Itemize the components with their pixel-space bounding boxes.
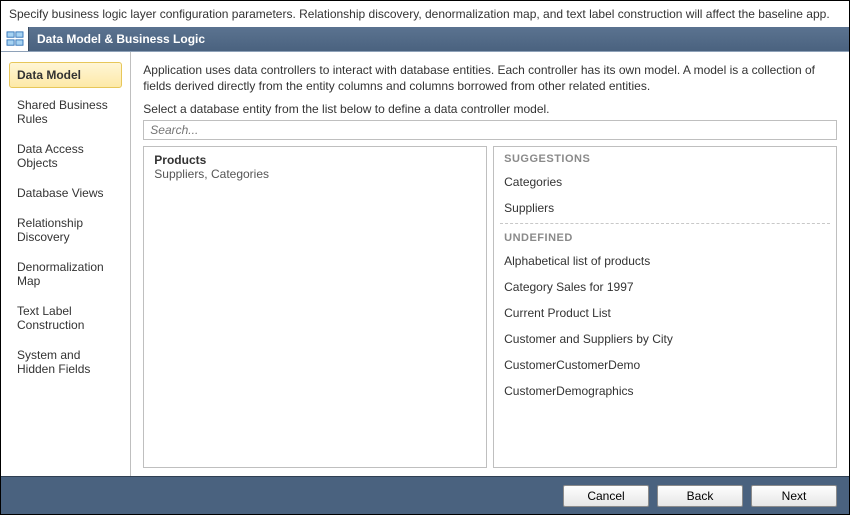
separator	[500, 223, 830, 224]
suggestions-header: SUGGESTIONS	[494, 147, 836, 169]
page-description: Specify business logic layer configurati…	[1, 1, 849, 27]
back-button[interactable]: Back	[657, 485, 743, 507]
intro-text: Application uses data controllers to int…	[143, 62, 837, 94]
entity-suggestion-panel[interactable]: SUGGESTIONS Categories Suppliers UNDEFIN…	[493, 146, 837, 468]
content-body: Data Model Shared Business Rules Data Ac…	[1, 51, 849, 476]
undefined-label: Current Product List	[504, 306, 611, 320]
undefined-item[interactable]: CustomerCustomerDemo	[494, 352, 836, 378]
section-title-bar: Data Model & Business Logic	[1, 27, 849, 51]
sidebar-item-denormalization-map[interactable]: Denormalization Map	[9, 254, 122, 294]
selected-entity-panel[interactable]: Products Suppliers, Categories	[143, 146, 487, 468]
suggestion-label: Suppliers	[504, 201, 554, 215]
sidebar-item-database-views[interactable]: Database Views	[9, 180, 122, 206]
main-panel: Application uses data controllers to int…	[131, 52, 849, 476]
next-button[interactable]: Next	[751, 485, 837, 507]
undefined-header: UNDEFINED	[494, 226, 836, 248]
sidebar-item-label: Data Access Objects	[17, 142, 84, 170]
sidebar-item-data-model[interactable]: Data Model	[9, 62, 122, 88]
suggestion-label: Categories	[504, 175, 562, 189]
sidebar-item-text-label-construction[interactable]: Text Label Construction	[9, 298, 122, 338]
sidebar-item-label: Relationship Discovery	[17, 216, 83, 244]
undefined-item[interactable]: Current Product List	[494, 300, 836, 326]
search-input[interactable]	[143, 120, 837, 140]
selected-entity-name: Products	[154, 153, 476, 167]
undefined-label: Category Sales for 1997	[504, 280, 633, 294]
data-model-icon	[1, 27, 29, 51]
footer-bar: Cancel Back Next	[1, 476, 849, 514]
selected-entity-related: Suppliers, Categories	[154, 167, 476, 181]
suggestion-item[interactable]: Categories	[494, 169, 836, 195]
sidebar-item-label: System and Hidden Fields	[17, 348, 90, 376]
cancel-button[interactable]: Cancel	[563, 485, 649, 507]
undefined-item[interactable]: Customer and Suppliers by City	[494, 326, 836, 352]
section-title: Data Model & Business Logic	[29, 32, 205, 46]
undefined-item[interactable]: CustomerDemographics	[494, 378, 836, 404]
undefined-label: Customer and Suppliers by City	[504, 332, 673, 346]
sidebar-nav: Data Model Shared Business Rules Data Ac…	[1, 52, 131, 476]
entity-columns: Products Suppliers, Categories SUGGESTIO…	[143, 146, 837, 468]
undefined-label: CustomerDemographics	[504, 384, 633, 398]
sidebar-item-shared-business-rules[interactable]: Shared Business Rules	[9, 92, 122, 132]
sidebar-item-label: Data Model	[17, 68, 81, 82]
undefined-item[interactable]: Alphabetical list of products	[494, 248, 836, 274]
undefined-label: Alphabetical list of products	[504, 254, 650, 268]
sidebar-item-label: Database Views	[17, 186, 104, 200]
wizard-window: Specify business logic layer configurati…	[0, 0, 850, 515]
sidebar-item-relationship-discovery[interactable]: Relationship Discovery	[9, 210, 122, 250]
sidebar-item-system-hidden-fields[interactable]: System and Hidden Fields	[9, 342, 122, 382]
undefined-label: CustomerCustomerDemo	[504, 358, 640, 372]
suggestion-item[interactable]: Suppliers	[494, 195, 836, 221]
undefined-item[interactable]: Category Sales for 1997	[494, 274, 836, 300]
sidebar-item-label: Text Label Construction	[17, 304, 84, 332]
sidebar-item-label: Shared Business Rules	[17, 98, 108, 126]
sidebar-item-data-access-objects[interactable]: Data Access Objects	[9, 136, 122, 176]
sidebar-item-label: Denormalization Map	[17, 260, 104, 288]
instruction-text: Select a database entity from the list b…	[143, 102, 837, 116]
